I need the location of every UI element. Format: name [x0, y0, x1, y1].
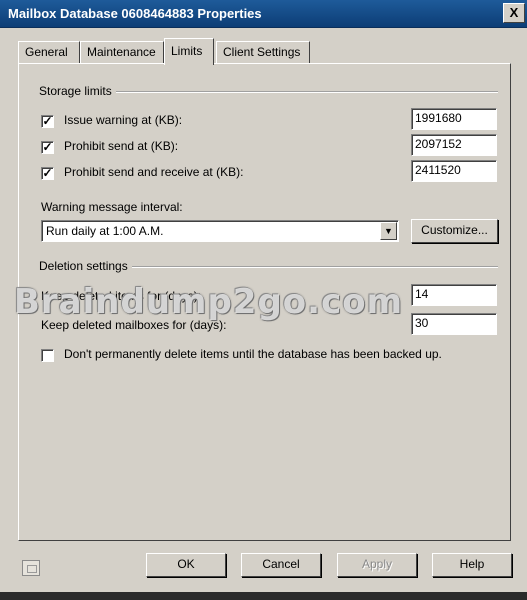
- issue-warning-label: Issue warning at (KB):: [64, 113, 183, 127]
- window-bottom-edge: [0, 592, 527, 600]
- warning-interval-value: Run daily at 1:00 A.M.: [46, 224, 164, 238]
- storage-limits-heading: Storage limits: [39, 84, 116, 98]
- tab-limits[interactable]: Limits: [164, 38, 214, 65]
- keep-deleted-items-field[interactable]: 14: [411, 284, 497, 306]
- close-button[interactable]: X: [503, 3, 525, 23]
- tab-general[interactable]: General: [18, 41, 80, 63]
- warning-interval-label: Warning message interval:: [41, 200, 183, 214]
- deletion-settings-heading: Deletion settings: [39, 259, 132, 273]
- prohibit-send-checkbox[interactable]: ✓: [41, 141, 54, 154]
- keep-deleted-items-label: Keep deleted items for (days):: [41, 289, 202, 303]
- issue-warning-checkbox[interactable]: ✓: [41, 115, 54, 128]
- help-button[interactable]: Help: [432, 553, 512, 577]
- window-title: Mailbox Database 0608464883 Properties: [8, 6, 262, 21]
- help-context-icon[interactable]: [22, 560, 40, 576]
- dont-delete-until-backup-checkbox[interactable]: [41, 349, 54, 362]
- prohibit-send-receive-field[interactable]: 2411520: [411, 160, 497, 182]
- limits-panel: Storage limits ✓ Issue warning at (KB): …: [18, 63, 511, 541]
- customize-button[interactable]: Customize...: [411, 219, 498, 243]
- keep-deleted-mailboxes-label: Keep deleted mailboxes for (days):: [41, 318, 227, 332]
- tab-client-settings[interactable]: Client Settings: [216, 41, 310, 63]
- close-icon: X: [509, 5, 519, 20]
- chevron-down-icon[interactable]: ▼: [380, 222, 397, 240]
- ok-button[interactable]: OK: [146, 553, 226, 577]
- deletion-group-divider: [131, 266, 498, 268]
- dont-delete-until-backup-label: Don't permanently delete items until the…: [64, 347, 442, 361]
- cancel-button[interactable]: Cancel: [241, 553, 321, 577]
- warning-interval-select[interactable]: Run daily at 1:00 A.M. ▼: [41, 220, 399, 242]
- prohibit-send-field[interactable]: 2097152: [411, 134, 497, 156]
- keep-deleted-mailboxes-field[interactable]: 30: [411, 313, 497, 335]
- storage-group-divider: [114, 91, 498, 93]
- issue-warning-field[interactable]: 1991680: [411, 108, 497, 130]
- tab-maintenance[interactable]: Maintenance: [80, 41, 164, 63]
- prohibit-send-receive-checkbox[interactable]: ✓: [41, 167, 54, 180]
- prohibit-send-receive-label: Prohibit send and receive at (KB):: [64, 165, 244, 179]
- apply-button: Apply: [337, 553, 417, 577]
- prohibit-send-label: Prohibit send at (KB):: [64, 139, 179, 153]
- title-bar[interactable]: Mailbox Database 0608464883 Properties X: [0, 0, 527, 28]
